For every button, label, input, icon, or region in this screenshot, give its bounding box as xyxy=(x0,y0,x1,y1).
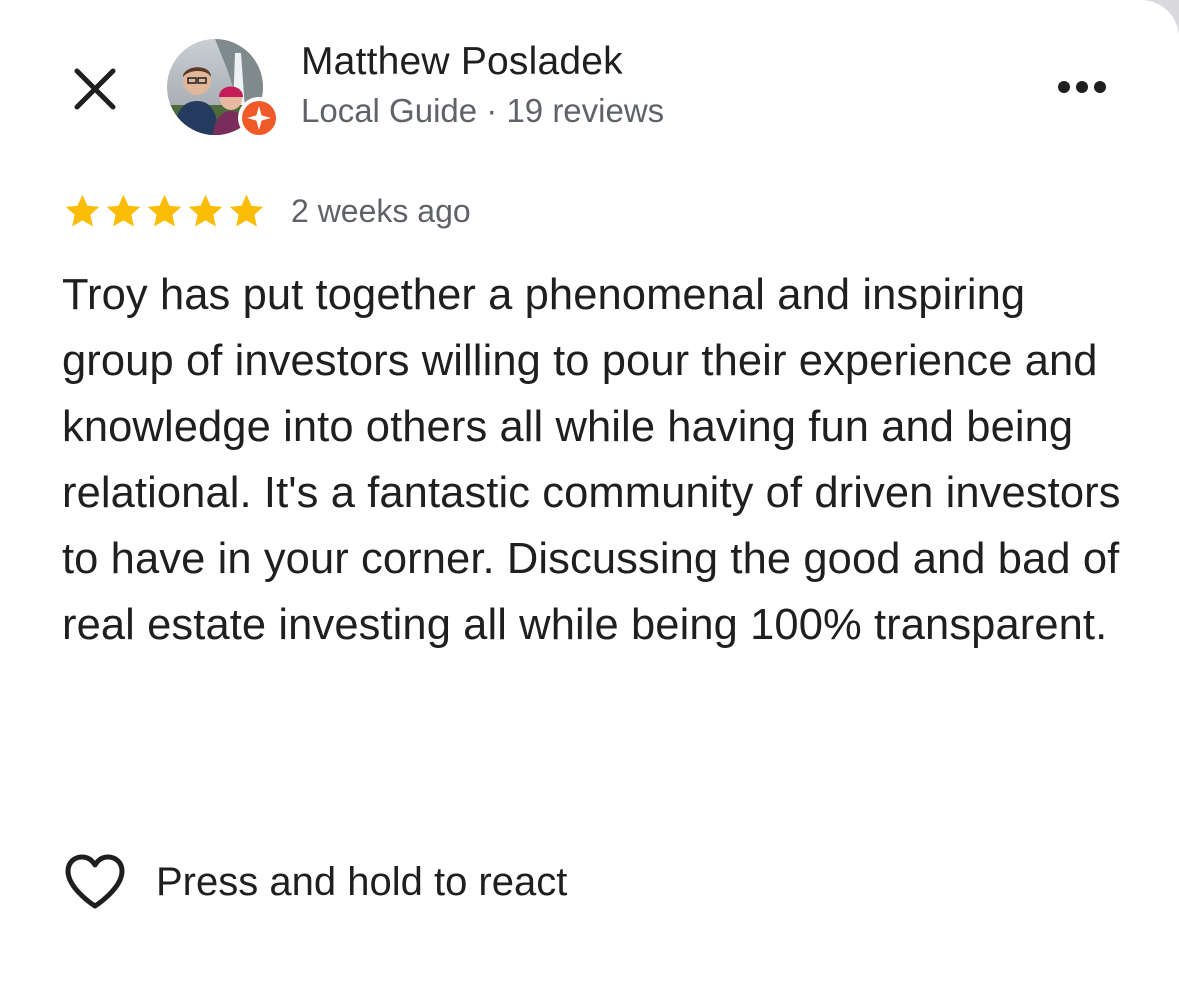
star-icon xyxy=(65,194,100,227)
close-icon xyxy=(74,68,116,110)
star-icon xyxy=(147,194,182,227)
author-avatar-group[interactable] xyxy=(167,39,280,139)
author-name[interactable]: Matthew Posladek xyxy=(301,40,623,84)
heart-outline-icon xyxy=(65,854,125,909)
star-icon xyxy=(106,194,141,227)
more-horizontal-icon xyxy=(1058,81,1106,93)
review-sheet: Matthew Posladek Local Guide · 19 review… xyxy=(0,0,1179,993)
rating-row: 2 weeks ago xyxy=(62,188,471,234)
review-date: 2 weeks ago xyxy=(291,192,471,229)
local-guide-badge-icon xyxy=(242,101,276,135)
react-label: Press and hold to react xyxy=(156,859,568,904)
local-guide-badge xyxy=(238,97,280,139)
author-meta[interactable]: Local Guide · 19 reviews xyxy=(301,92,664,130)
star-icon xyxy=(229,194,264,227)
more-options-button[interactable] xyxy=(1047,64,1117,110)
close-button[interactable] xyxy=(62,56,128,122)
star-rating xyxy=(62,191,267,232)
star-icon xyxy=(188,194,223,227)
react-button[interactable]: Press and hold to react xyxy=(62,850,567,914)
review-text: Troy has put together a phenomenal and i… xyxy=(62,271,1121,649)
